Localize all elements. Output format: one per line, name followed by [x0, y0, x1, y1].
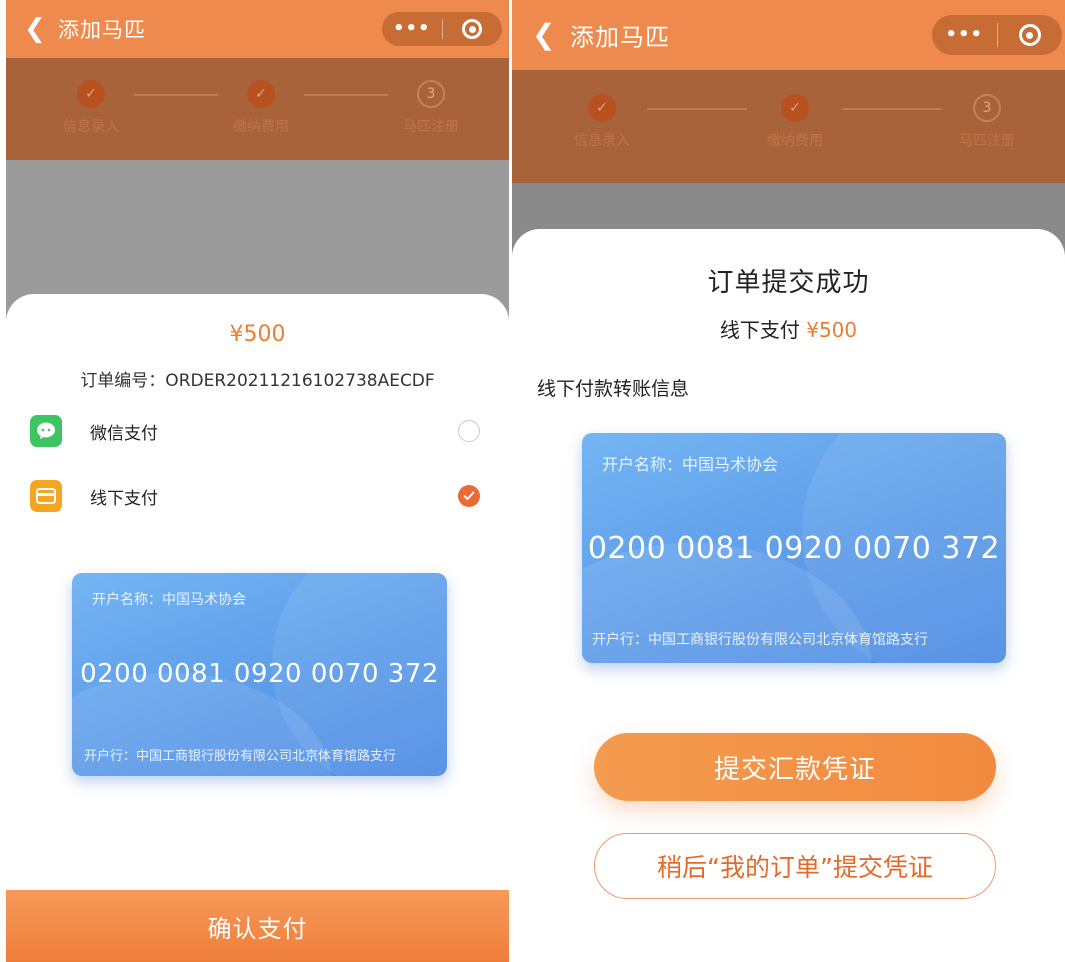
- back-chevron-icon[interactable]: ❮: [24, 16, 46, 42]
- progress-steps: ✓ 信息录入 ✓ 缴纳费用 3 马匹注册: [6, 58, 509, 160]
- order-success-screen: ❮ 添加马匹 ••• ✓ 信息录入 ✓ 缴纳费用 3 马匹注册 订单提交成功 线…: [512, 0, 1065, 962]
- account-name: 开户名称：中国马术协会: [92, 592, 246, 608]
- account-number: 0200 0081 0920 0070 372: [80, 659, 439, 689]
- step-connector: [647, 108, 747, 110]
- step-label: 信息录入: [574, 133, 630, 149]
- account-name: 开户名称：中国马术协会: [602, 455, 779, 474]
- pay-method-offline[interactable]: 线下支付: [30, 478, 480, 514]
- page-title: 添加马匹: [570, 23, 670, 52]
- step-label: 信息录入: [63, 119, 119, 135]
- close-mini-program-icon[interactable]: [998, 24, 1063, 46]
- step-check-icon: ✓: [588, 94, 616, 122]
- back-chevron-icon[interactable]: ❮: [532, 21, 555, 49]
- step-pay-fee: ✓ 缴纳费用: [233, 80, 289, 136]
- bank-branch: 开户行：中国工商银行股份有限公司北京体育馆路支行: [592, 632, 928, 648]
- more-options-icon[interactable]: •••: [932, 26, 997, 44]
- step-number: 3: [973, 94, 1001, 122]
- pay-method-label: 微信支付: [90, 423, 158, 444]
- step-info-entry: ✓ 信息录入: [574, 94, 630, 150]
- step-check-icon: ✓: [247, 80, 275, 108]
- progress-steps: ✓ 信息录入 ✓ 缴纳费用 3 马匹注册: [512, 70, 1065, 183]
- step-horse-register: 3 马匹注册: [403, 80, 459, 136]
- pay-method-wechat[interactable]: 微信支付: [30, 413, 480, 449]
- wallet-icon: [30, 480, 62, 512]
- transfer-info-title: 线下付款转账信息: [537, 378, 690, 400]
- radio-selected-check-icon[interactable]: [458, 485, 480, 507]
- bank-branch: 开户行：中国工商银行股份有限公司北京体育馆路支行: [84, 749, 397, 764]
- submit-remittance-proof-button[interactable]: 提交汇款凭证: [594, 733, 996, 801]
- step-connector: [134, 94, 218, 96]
- close-mini-program-icon[interactable]: [443, 19, 503, 39]
- step-number: 3: [417, 80, 445, 108]
- step-label: 马匹注册: [959, 133, 1015, 149]
- bank-card: 开户名称：中国马术协会 0200 0081 0920 0070 372 开户行：…: [72, 573, 447, 776]
- radio-unselected[interactable]: [458, 420, 480, 442]
- mini-program-capsule: •••: [932, 15, 1062, 55]
- account-number: 0200 0081 0920 0070 372: [587, 531, 1001, 566]
- confirm-pay-button[interactable]: 确认支付: [6, 890, 509, 962]
- payment-amount: ¥500: [229, 322, 286, 347]
- order-number: 订单编号：ORDER20211216102738AECDF: [80, 371, 435, 391]
- mini-program-capsule: •••: [382, 12, 502, 46]
- step-label: 缴纳费用: [767, 133, 823, 149]
- pay-method-label: 线下支付: [90, 488, 158, 509]
- bank-card: 开户名称：中国马术协会 0200 0081 0920 0070 372 开户行：…: [582, 433, 1006, 663]
- payment-method-label: 线下支付: [719, 318, 800, 342]
- page-title: 添加马匹: [58, 18, 146, 42]
- step-check-icon: ✓: [77, 80, 105, 108]
- wechat-icon: [30, 415, 62, 447]
- payment-amount: ¥500: [806, 318, 858, 342]
- nav-bar: ❮ 添加马匹 •••: [6, 0, 509, 58]
- step-connector: [842, 108, 942, 110]
- step-label: 马匹注册: [403, 119, 459, 135]
- submit-later-button[interactable]: 稍后“我的订单”提交凭证: [594, 833, 996, 899]
- step-horse-register: 3 马匹注册: [959, 94, 1015, 150]
- step-check-icon: ✓: [781, 94, 809, 122]
- success-title: 订单提交成功: [707, 268, 870, 298]
- step-pay-fee: ✓ 缴纳费用: [767, 94, 823, 150]
- payment-screen: ❮ 添加马匹 ••• ✓ 信息录入 ✓ 缴纳费用 3 马匹注册 ¥500 订单编…: [6, 0, 509, 962]
- more-options-icon[interactable]: •••: [382, 20, 442, 38]
- step-info-entry: ✓ 信息录入: [63, 80, 119, 136]
- nav-bar: ❮ 添加马匹 •••: [512, 0, 1065, 70]
- payment-summary: 线下支付 ¥500: [512, 314, 1065, 343]
- step-label: 缴纳费用: [233, 119, 289, 135]
- step-connector: [304, 94, 388, 96]
